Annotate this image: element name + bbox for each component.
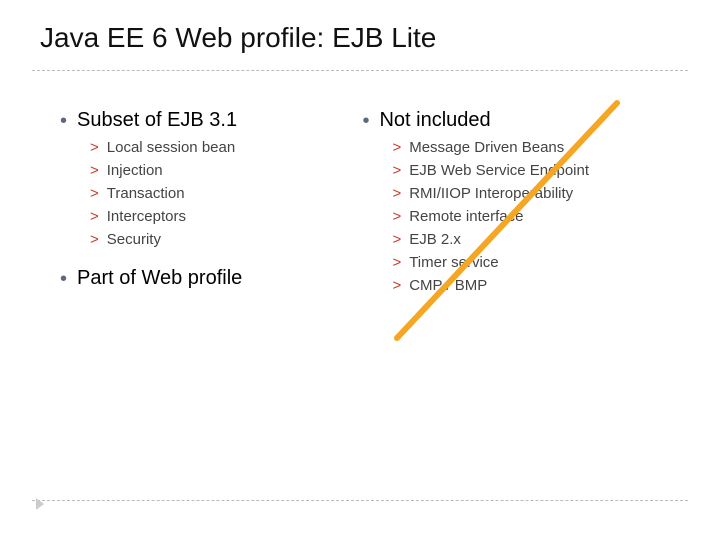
left-column: • Subset of EJB 3.1 > Local session bean…	[60, 108, 362, 312]
list-item: > CMP / BMP	[392, 276, 680, 296]
left-heading-1: • Subset of EJB 3.1	[60, 108, 362, 132]
list-item: > Injection	[90, 161, 362, 181]
left-heading-1-text: Subset of EJB 3.1	[77, 108, 237, 132]
list-item: > Security	[90, 230, 362, 250]
list-item-text: Security	[107, 230, 161, 250]
right-column: • Not included > Message Driven Beans > …	[362, 108, 680, 312]
list-item: > Local session bean	[90, 138, 362, 158]
list-item: > EJB Web Service Endpoint	[392, 161, 680, 181]
list-item-text: Interceptors	[107, 207, 186, 227]
list-item: > EJB 2.x	[392, 230, 680, 250]
left-heading-2: • Part of Web profile	[60, 266, 362, 290]
content-columns: • Subset of EJB 3.1 > Local session bean…	[60, 108, 680, 312]
chevron-right-icon: >	[90, 230, 99, 250]
right-heading-text: Not included	[379, 108, 490, 132]
list-item-text: Message Driven Beans	[409, 138, 564, 158]
list-item-text: EJB Web Service Endpoint	[409, 161, 589, 181]
chevron-right-icon: >	[392, 207, 401, 227]
chevron-right-icon: >	[392, 276, 401, 296]
left-sublist-1: > Local session bean > Injection > Trans…	[90, 138, 362, 250]
list-item: > Remote interface	[392, 207, 680, 227]
list-item: > Message Driven Beans	[392, 138, 680, 158]
list-item-text: Timer service	[409, 253, 498, 273]
left-heading-2-text: Part of Web profile	[77, 266, 242, 290]
chevron-right-icon: >	[392, 184, 401, 204]
chevron-right-icon: >	[90, 207, 99, 227]
divider-bottom	[32, 500, 688, 501]
list-item-text: Local session bean	[107, 138, 235, 158]
right-sublist: > Message Driven Beans > EJB Web Service…	[392, 138, 680, 296]
list-item-text: Transaction	[107, 184, 185, 204]
list-item: > Timer service	[392, 253, 680, 273]
list-item-text: Injection	[107, 161, 163, 181]
bullet-icon: •	[362, 111, 369, 131]
chevron-right-icon: >	[90, 184, 99, 204]
chevron-right-icon: >	[392, 253, 401, 273]
list-item: > Transaction	[90, 184, 362, 204]
bullet-icon: •	[60, 111, 67, 131]
bullet-icon: •	[60, 269, 67, 289]
divider-top	[32, 70, 688, 71]
list-item-text: CMP / BMP	[409, 276, 487, 296]
right-heading: • Not included	[362, 108, 680, 132]
chevron-right-icon: >	[90, 138, 99, 158]
list-item-text: Remote interface	[409, 207, 523, 227]
chevron-right-icon: >	[392, 161, 401, 181]
list-item: > Interceptors	[90, 207, 362, 227]
arrow-right-icon	[36, 498, 44, 510]
chevron-right-icon: >	[90, 161, 99, 181]
list-item: > RMI/IIOP Interoperability	[392, 184, 680, 204]
slide-title: Java EE 6 Web profile: EJB Lite	[40, 22, 436, 54]
slide: Java EE 6 Web profile: EJB Lite • Subset…	[0, 0, 720, 540]
list-item-text: RMI/IIOP Interoperability	[409, 184, 573, 204]
chevron-right-icon: >	[392, 230, 401, 250]
chevron-right-icon: >	[392, 138, 401, 158]
list-item-text: EJB 2.x	[409, 230, 461, 250]
